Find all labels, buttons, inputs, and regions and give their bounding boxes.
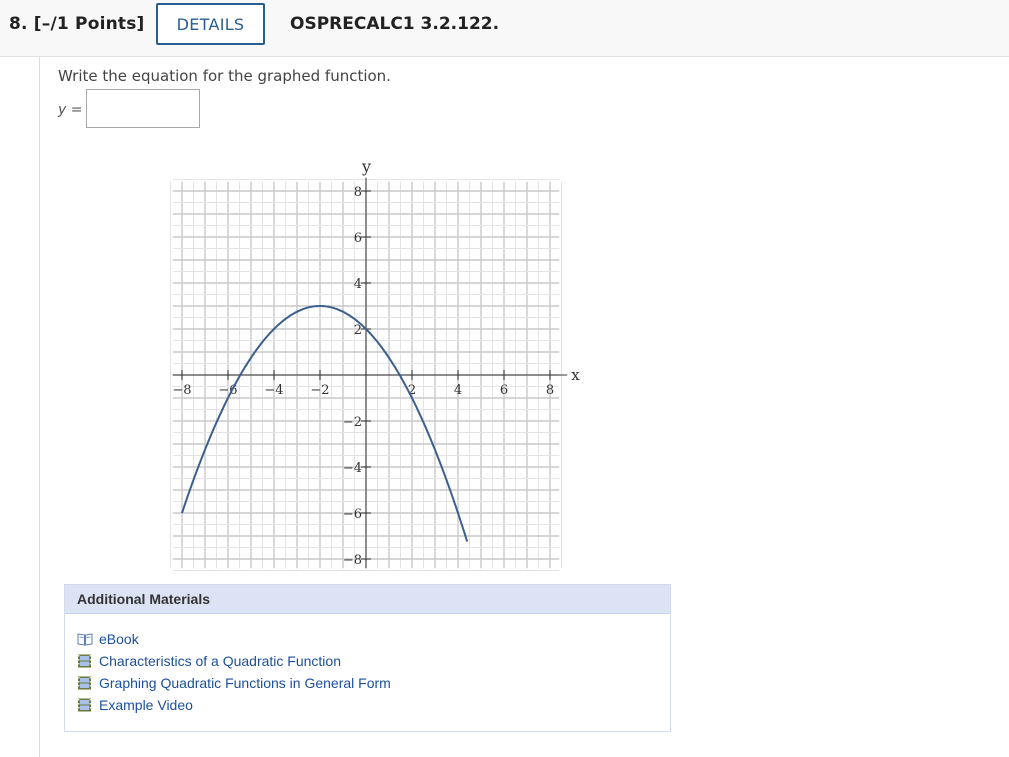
x-tick-label: 8 (546, 383, 554, 398)
materials-link[interactable]: eBook (99, 631, 139, 647)
film-icon (77, 654, 93, 668)
x-tick-label: −2 (310, 383, 329, 398)
y-tick-label: 4 (354, 277, 362, 292)
question-header: 8. [–/1 Points] DETAILS OSPRECALC1 3.2.1… (0, 0, 1009, 57)
left-divider (39, 57, 40, 757)
x-tick-label: 6 (500, 383, 508, 398)
question-prompt: Write the equation for the graphed funct… (58, 67, 391, 85)
y-tick-label: −4 (343, 461, 362, 476)
materials-list: eBook Characteristics of a Quadratic Fun… (65, 614, 670, 716)
y-tick-label: 8 (354, 185, 362, 200)
x-axis-label: x (571, 366, 580, 384)
book-icon (77, 632, 93, 646)
x-tick-label: −4 (264, 383, 283, 398)
materials-item-video[interactable]: Example Video (77, 694, 670, 716)
question-number: 8. [–/1 Points] (9, 14, 145, 34)
y-tick-label: −6 (343, 507, 362, 522)
y-tick-label: −2 (343, 415, 362, 430)
details-button[interactable]: DETAILS (156, 3, 265, 45)
materials-link[interactable]: Characteristics of a Quadratic Function (99, 653, 341, 669)
materials-item-ebook[interactable]: eBook (77, 628, 670, 650)
film-icon (77, 676, 93, 690)
course-code: OSPRECALC1 3.2.122. (290, 14, 500, 34)
additional-materials-panel: Additional Materials eBook Characteristi… (64, 584, 671, 732)
materials-title: Additional Materials (65, 585, 670, 614)
y-tick-label: −8 (343, 553, 362, 568)
y-tick-label: 6 (354, 231, 362, 246)
x-tick-label: 4 (454, 383, 462, 398)
answer-label: y = (58, 102, 83, 118)
film-icon (77, 698, 93, 712)
function-curve (181, 305, 469, 542)
materials-item-video[interactable]: Characteristics of a Quadratic Function (77, 650, 670, 672)
materials-link[interactable]: Example Video (99, 697, 193, 713)
y-axis-label: y (361, 157, 371, 176)
x-tick-label: −8 (172, 383, 191, 398)
materials-item-video[interactable]: Graphing Quadratic Functions in General … (77, 672, 670, 694)
materials-link[interactable]: Graphing Quadratic Functions in General … (99, 675, 391, 691)
answer-input[interactable] (86, 89, 200, 128)
function-graph: −8 −6 −4 −2 2 4 6 88642−2−4−6−8xy (170, 157, 580, 571)
